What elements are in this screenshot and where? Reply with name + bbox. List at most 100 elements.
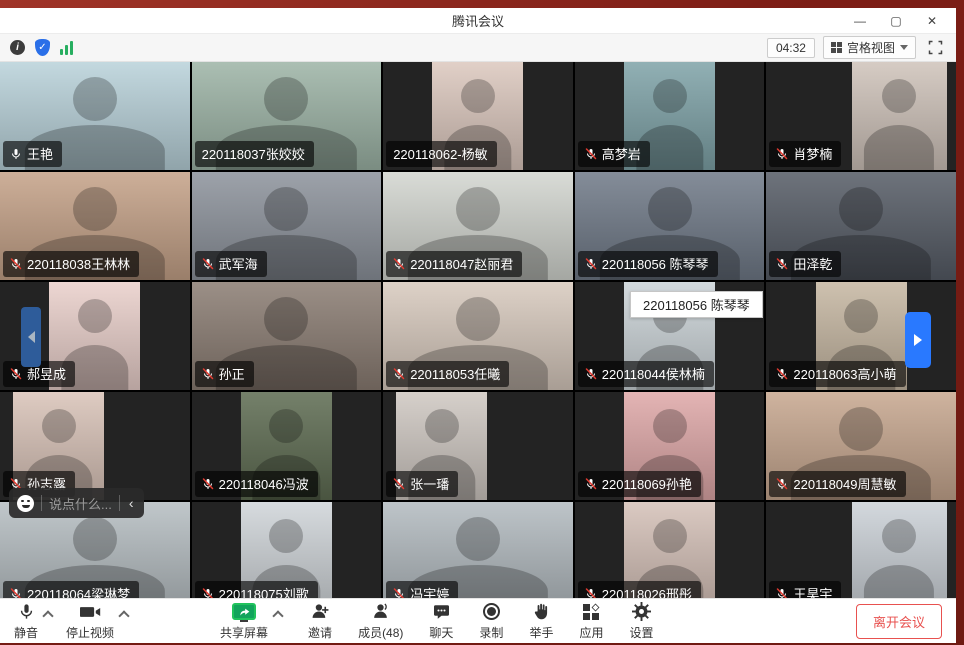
video-tile[interactable]: 王艳: [0, 62, 190, 170]
participant-video: [852, 62, 947, 170]
chat-button[interactable]: 聊天: [429, 602, 453, 641]
participant-name-tag: 220118049周慧敏: [769, 471, 905, 497]
video-tile[interactable]: 张一璠: [383, 392, 573, 500]
participant-name: 武军海: [219, 254, 258, 273]
video-tile[interactable]: 220118038王林林: [0, 172, 190, 280]
meeting-timer: 04:32: [767, 38, 815, 58]
maximize-button[interactable]: ▢: [882, 11, 910, 31]
participant-name: 220118053任曦: [410, 364, 500, 383]
participant-name: 张一璠: [410, 474, 449, 493]
participant-name: 220118064梁琳梦: [27, 584, 130, 598]
participant-video: [852, 502, 947, 598]
mic-muted-icon: [776, 588, 788, 599]
participant-name-tag: 220118047赵丽君: [386, 251, 522, 277]
participant-name: 220118056 陈琴琴: [602, 254, 709, 273]
participant-name: 220118044侯林楠: [602, 364, 705, 383]
mic-muted-icon: [585, 148, 597, 160]
mic-muted-icon: [202, 258, 214, 270]
share-screen-icon: [232, 603, 256, 620]
emoji-icon[interactable]: [17, 495, 34, 512]
participant-name-tag: 220118064梁琳梦: [3, 581, 139, 598]
mic-muted-icon: [10, 368, 22, 380]
raise-hand-button[interactable]: 举手: [529, 602, 553, 641]
video-stage: 王艳 220118037张姣姣 220118062-杨敏: [0, 62, 956, 598]
participant-name: 220118049周慧敏: [793, 474, 896, 493]
video-tile[interactable]: 田泽乾: [766, 172, 956, 280]
participant-name-tag: 220118069孙艳: [578, 471, 701, 497]
window-title: 腾讯会议: [0, 11, 956, 30]
mic-muted-icon: [202, 368, 214, 380]
participant-name: 220118037张姣姣: [202, 144, 305, 163]
fullscreen-icon[interactable]: [924, 38, 946, 58]
mic-muted-icon: [776, 258, 788, 270]
view-mode-label: 宫格视图: [847, 39, 895, 56]
minimize-button[interactable]: —: [846, 11, 874, 31]
video-grid: 王艳 220118037张姣姣 220118062-杨敏: [0, 62, 956, 598]
participant-name: 220118046冯波: [219, 474, 309, 493]
video-tile[interactable]: 冯宇婷: [383, 502, 573, 598]
mic-muted-icon: [393, 368, 405, 380]
video-tile[interactable]: 肖梦楠: [766, 62, 956, 170]
video-tile[interactable]: 220118062-杨敏: [383, 62, 573, 170]
participant-name: 220118075刘歌: [219, 584, 309, 598]
top-toolbar: i ✓ 04:32 宫格视图: [0, 33, 956, 62]
collapse-chat-icon[interactable]: ‹: [127, 495, 136, 511]
participant-tooltip: 220118056 陈琴琴: [630, 291, 763, 318]
participant-name-tag: 田泽乾: [769, 251, 841, 277]
arrow-right-icon: [914, 334, 922, 346]
mic-muted-icon: [10, 588, 22, 599]
meeting-info-icon[interactable]: i: [10, 40, 25, 55]
participant-name-tag: 冯宇婷: [386, 581, 458, 598]
video-tile[interactable]: 220118049周慧敏: [766, 392, 956, 500]
record-button[interactable]: 录制: [479, 602, 503, 641]
quick-chat-bar[interactable]: 说点什么... ‹: [9, 488, 144, 518]
participant-name: 220118062-杨敏: [393, 144, 487, 163]
video-tile[interactable]: 武军海: [192, 172, 382, 280]
close-button[interactable]: ✕: [918, 11, 946, 31]
video-tile[interactable]: 220118053任曦: [383, 282, 573, 390]
video-tile[interactable]: 孙正: [192, 282, 382, 390]
settings-button[interactable]: 设置: [629, 602, 653, 641]
participant-name: 220118063高小萌: [793, 364, 896, 383]
video-tile[interactable]: 220118075刘歌: [192, 502, 382, 598]
stop-video-button[interactable]: 停止视频: [66, 602, 114, 641]
chat-input-placeholder[interactable]: 说点什么...: [49, 494, 112, 513]
invite-person-icon: [311, 602, 330, 622]
members-button[interactable]: 成员(48): [358, 602, 403, 641]
divider: [119, 495, 120, 511]
view-mode-dropdown[interactable]: 宫格视图: [823, 36, 916, 59]
share-options-chevron[interactable]: [274, 610, 282, 618]
video-tile[interactable]: 220118046冯波: [192, 392, 382, 500]
network-signal-icon[interactable]: [60, 41, 73, 55]
video-tile[interactable]: 王昊宇: [766, 502, 956, 598]
previous-page-arrow[interactable]: [21, 307, 41, 367]
video-tile[interactable]: 高梦岩: [575, 62, 765, 170]
share-screen-button[interactable]: 共享屏幕: [220, 602, 268, 641]
participant-name-tag: 220118075刘歌: [195, 581, 318, 598]
chat-bubble-icon: [432, 602, 451, 622]
mic-muted-icon: [776, 148, 788, 160]
mic-muted-icon: [776, 368, 788, 380]
mute-options-chevron[interactable]: [44, 610, 52, 618]
security-shield-icon[interactable]: ✓: [35, 39, 50, 56]
participant-name-tag: 220118026邢彤: [578, 581, 701, 598]
video-tile[interactable]: 220118056 陈琴琴: [575, 172, 765, 280]
participant-name: 高梦岩: [602, 144, 641, 163]
video-tile[interactable]: 220118037张姣姣: [192, 62, 382, 170]
video-tile[interactable]: 220118047赵丽君: [383, 172, 573, 280]
leave-meeting-button[interactable]: 离开会议: [856, 604, 942, 639]
mute-button[interactable]: 静音: [14, 602, 38, 641]
video-tile[interactable]: 220118026邢彤: [575, 502, 765, 598]
participant-name-tag: 高梦岩: [578, 141, 650, 167]
participant-name-tag: 孙正: [195, 361, 254, 387]
chevron-down-icon: [900, 45, 908, 50]
grid-view-icon: [831, 42, 842, 53]
video-tile[interactable]: 孙志露: [0, 392, 190, 500]
video-tile[interactable]: 220118069孙艳: [575, 392, 765, 500]
participant-name: 220118047赵丽君: [410, 254, 513, 273]
video-options-chevron[interactable]: [120, 610, 128, 618]
invite-button[interactable]: 邀请: [308, 602, 332, 641]
apps-button[interactable]: 应用: [579, 602, 603, 641]
next-page-arrow[interactable]: [905, 312, 931, 368]
mic-on-icon: [10, 148, 22, 160]
